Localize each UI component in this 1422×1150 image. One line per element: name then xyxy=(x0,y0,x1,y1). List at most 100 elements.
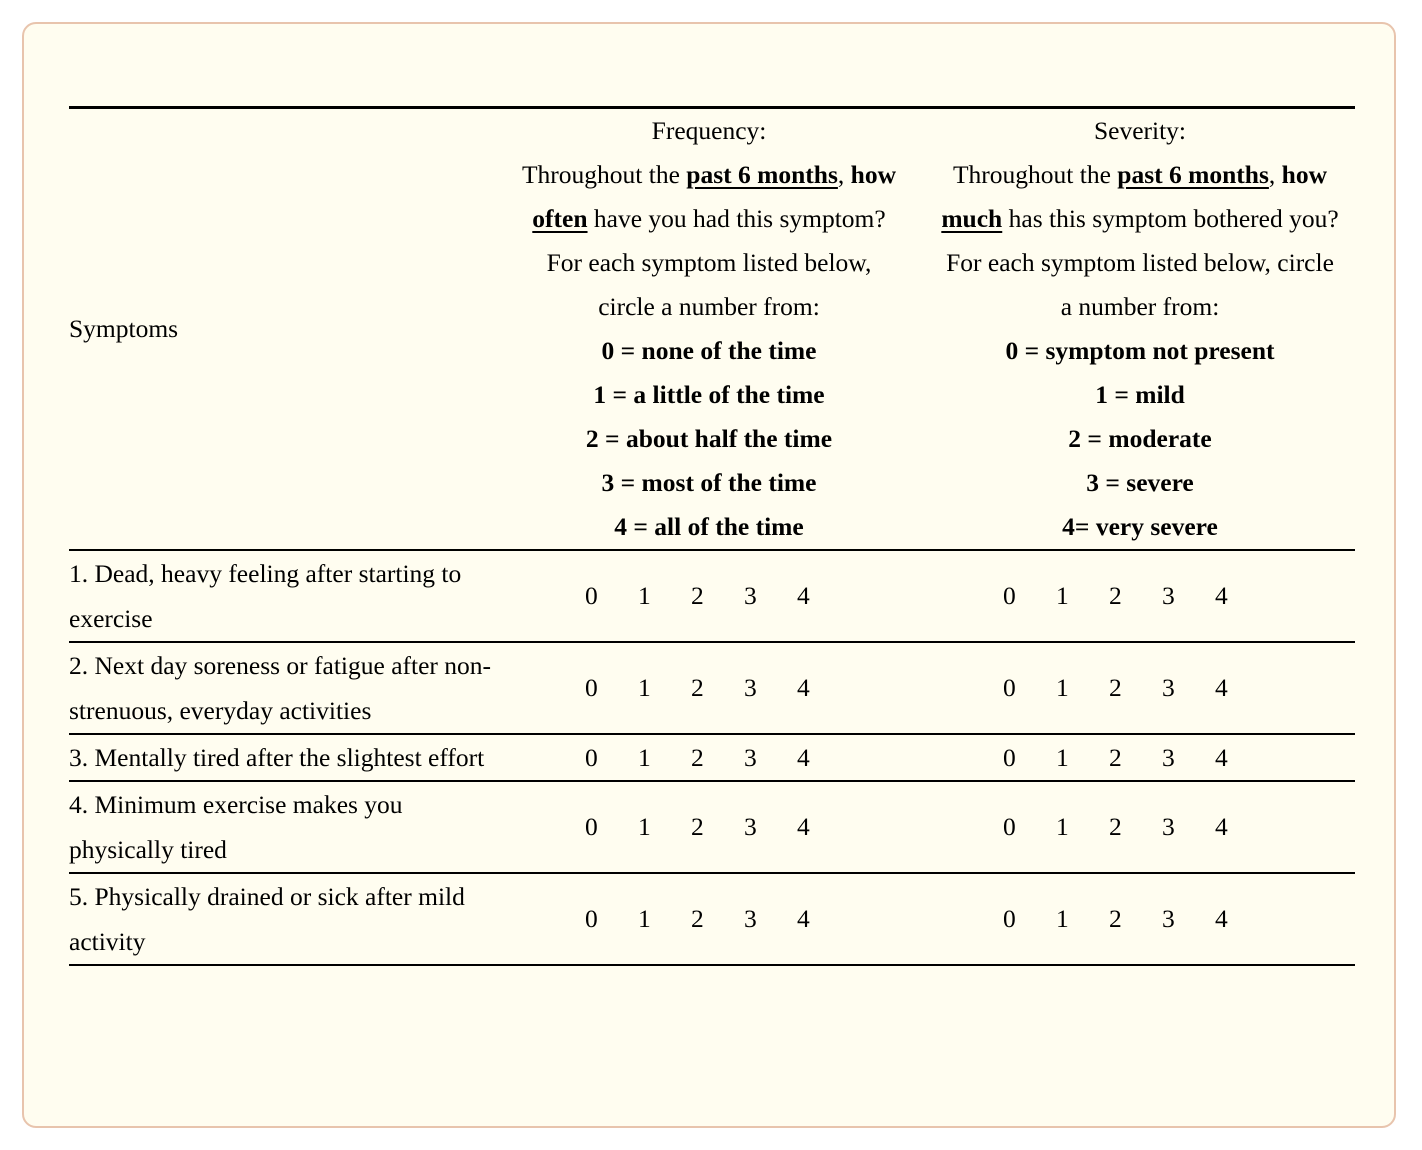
rating-option-0[interactable]: 0 xyxy=(1003,743,1056,773)
severity-rating-scale[interactable]: 01234 xyxy=(925,872,1355,965)
severity-title: Severity: xyxy=(1093,116,1187,145)
symptom-label: 3. Mentally tired after the slightest ef… xyxy=(69,733,493,781)
rating-option-4[interactable]: 4 xyxy=(1215,743,1268,773)
rating-option-2[interactable]: 2 xyxy=(1109,904,1162,934)
rating-option-4[interactable]: 4 xyxy=(1215,812,1268,842)
frequency-scale-2: 2 = about half the time xyxy=(585,424,833,453)
severity-scale-0: 0 = symptom not present xyxy=(1005,336,1275,365)
severity-rating-scale[interactable]: 01234 xyxy=(925,641,1355,734)
rating-option-1[interactable]: 1 xyxy=(638,581,691,611)
rating-option-0[interactable]: 0 xyxy=(1003,581,1056,611)
rating-option-4[interactable]: 4 xyxy=(797,581,850,611)
rating-option-2[interactable]: 2 xyxy=(691,904,744,934)
rating-option-0[interactable]: 0 xyxy=(1003,673,1056,703)
severity-prompt-how: how xyxy=(1281,160,1328,189)
severity-prompt-emphasis-1: past 6 months xyxy=(1117,160,1269,189)
rating-option-0[interactable]: 0 xyxy=(585,743,638,773)
rating-option-1[interactable]: 1 xyxy=(1056,743,1109,773)
table-row: 2. Next day soreness or fatigue after no… xyxy=(69,641,1355,734)
rating-option-3[interactable]: 3 xyxy=(744,904,797,934)
severity-rating-scale[interactable]: 01234 xyxy=(925,780,1355,873)
rating-option-1[interactable]: 1 xyxy=(638,743,691,773)
frequency-prompt-line-2: often have you had this symptom? xyxy=(493,197,925,241)
document-card: Symptoms Frequency: Throughout the past … xyxy=(22,22,1396,1128)
rating-option-0[interactable]: 0 xyxy=(585,673,638,703)
severity-scale-1: 1 = mild xyxy=(1095,380,1185,409)
symptoms-column-header: Symptoms xyxy=(69,106,493,550)
rating-option-4[interactable]: 4 xyxy=(797,904,850,934)
rating-option-2[interactable]: 2 xyxy=(691,673,744,703)
severity-rating-scale[interactable]: 01234 xyxy=(925,733,1355,781)
frequency-scale-4: 4 = all of the time xyxy=(614,512,804,541)
frequency-rating-scale[interactable]: 01234 xyxy=(493,872,925,965)
frequency-prompt-comma: , xyxy=(837,160,851,189)
rating-option-0[interactable]: 0 xyxy=(585,812,638,842)
rating-option-1[interactable]: 1 xyxy=(1056,904,1109,934)
frequency-rating-scale[interactable]: 01234 xyxy=(493,733,925,781)
rating-option-3[interactable]: 3 xyxy=(744,812,797,842)
severity-scale-2: 2 = moderate xyxy=(1068,424,1212,453)
rating-option-3[interactable]: 3 xyxy=(1162,673,1215,703)
table-bottom-rule-cell-frequency xyxy=(493,964,925,967)
severity-prompt-pre: Throughout the xyxy=(952,160,1118,189)
table-row: 3. Mentally tired after the slightest ef… xyxy=(69,733,1355,781)
rating-option-1[interactable]: 1 xyxy=(638,812,691,842)
rating-option-2[interactable]: 2 xyxy=(691,743,744,773)
rating-option-2[interactable]: 2 xyxy=(691,581,744,611)
frequency-rating-scale[interactable]: 01234 xyxy=(493,641,925,734)
frequency-prompt-how: how xyxy=(850,160,897,189)
rating-option-2[interactable]: 2 xyxy=(1109,743,1162,773)
severity-prompt-tail: has this symptom bothered you? xyxy=(1002,204,1339,233)
rating-option-4[interactable]: 4 xyxy=(797,743,850,773)
rating-option-0[interactable]: 0 xyxy=(1003,812,1056,842)
symptom-label: 5. Physically drained or sick after mild… xyxy=(69,872,493,965)
frequency-prompt-line-1: Throughout the past 6 months, how xyxy=(493,153,925,197)
rating-option-2[interactable]: 2 xyxy=(1109,812,1162,842)
rating-option-1[interactable]: 1 xyxy=(1056,673,1109,703)
rating-option-3[interactable]: 3 xyxy=(1162,812,1215,842)
severity-rating-scale[interactable]: 01234 xyxy=(925,549,1355,642)
severity-prompt-emphasis-2: much xyxy=(941,204,1003,233)
frequency-title: Frequency: xyxy=(651,116,767,145)
severity-prompt-line-2: much has this symptom bothered you? xyxy=(925,197,1355,241)
rating-option-3[interactable]: 3 xyxy=(1162,581,1215,611)
rating-option-4[interactable]: 4 xyxy=(797,673,850,703)
rating-option-4[interactable]: 4 xyxy=(1215,904,1268,934)
frequency-scale-0: 0 = none of the time xyxy=(601,336,817,365)
survey-table-wrapper: Symptoms Frequency: Throughout the past … xyxy=(69,106,1355,967)
rating-option-1[interactable]: 1 xyxy=(1056,812,1109,842)
frequency-rating-scale[interactable]: 01234 xyxy=(493,780,925,873)
symptom-label: 2. Next day soreness or fatigue after no… xyxy=(69,641,493,734)
severity-scale-4: 4= very severe xyxy=(1062,512,1218,541)
table-bottom-rule-cell-symptoms xyxy=(69,964,493,967)
frequency-rating-scale[interactable]: 01234 xyxy=(493,549,925,642)
rating-option-0[interactable]: 0 xyxy=(585,904,638,934)
rating-option-2[interactable]: 2 xyxy=(1109,581,1162,611)
severity-column-header: Severity: Throughout the past 6 months, … xyxy=(925,106,1355,550)
rating-option-0[interactable]: 0 xyxy=(585,581,638,611)
severity-instruction-line-1: For each symptom listed below, circle xyxy=(946,248,1334,277)
rating-option-4[interactable]: 4 xyxy=(1215,581,1268,611)
severity-prompt-line-1: Throughout the past 6 months, how xyxy=(925,153,1355,197)
rating-option-4[interactable]: 4 xyxy=(1215,673,1268,703)
rating-option-2[interactable]: 2 xyxy=(1109,673,1162,703)
frequency-scale-3: 3 = most of the time xyxy=(601,468,817,497)
rating-option-2[interactable]: 2 xyxy=(691,812,744,842)
rating-option-3[interactable]: 3 xyxy=(1162,743,1215,773)
table-bottom-rule xyxy=(69,964,1355,967)
rating-option-1[interactable]: 1 xyxy=(638,904,691,934)
rating-option-3[interactable]: 3 xyxy=(744,673,797,703)
rating-option-3[interactable]: 3 xyxy=(744,581,797,611)
rating-option-1[interactable]: 1 xyxy=(1056,581,1109,611)
frequency-column-header: Frequency: Throughout the past 6 months,… xyxy=(493,106,925,550)
table-row: 5. Physically drained or sick after mild… xyxy=(69,872,1355,965)
rating-option-3[interactable]: 3 xyxy=(1162,904,1215,934)
rating-option-3[interactable]: 3 xyxy=(744,743,797,773)
severity-instruction-line-2: a number from: xyxy=(1060,292,1220,321)
symptom-questionnaire-table: Symptoms Frequency: Throughout the past … xyxy=(69,106,1355,967)
rating-option-1[interactable]: 1 xyxy=(638,673,691,703)
rating-option-0[interactable]: 0 xyxy=(1003,904,1056,934)
frequency-instruction-line-2: circle a number from: xyxy=(598,292,820,321)
severity-prompt-comma: , xyxy=(1268,160,1282,189)
rating-option-4[interactable]: 4 xyxy=(797,812,850,842)
